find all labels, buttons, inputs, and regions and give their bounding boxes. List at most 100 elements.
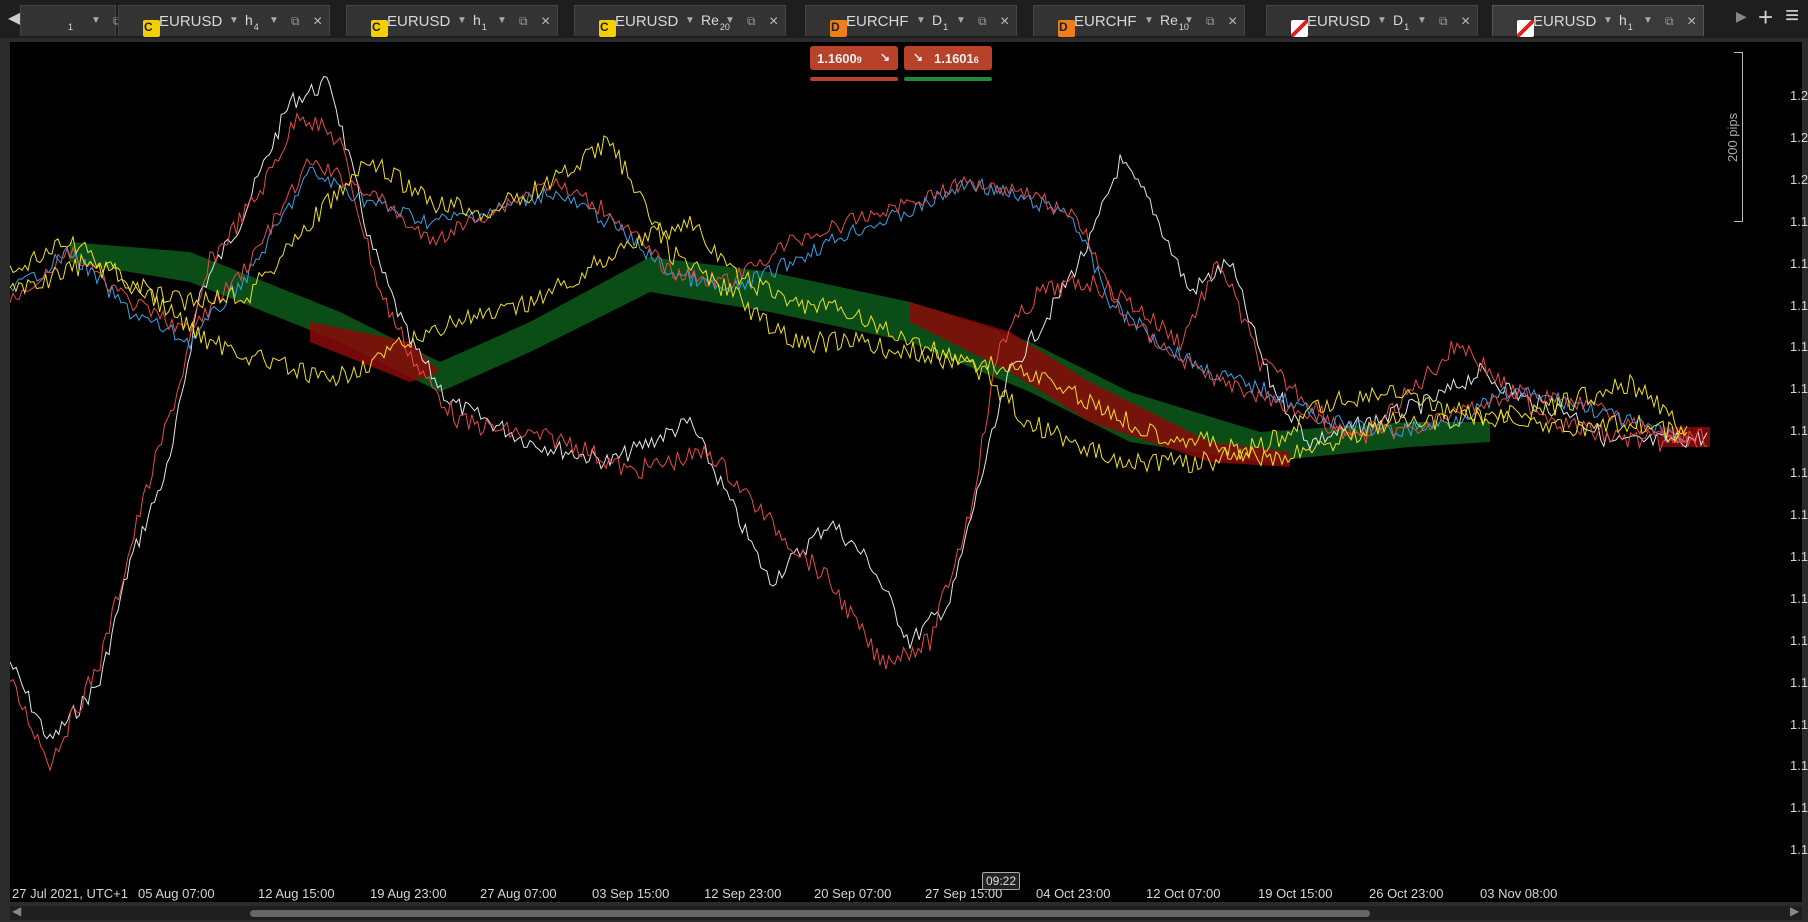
symbol-dropdown-icon[interactable]: ▼ bbox=[229, 15, 239, 26]
detach-icon[interactable]: ⧉ bbox=[1665, 14, 1674, 29]
chart-tab[interactable]: D EURCHF ▼ D1 ▼ ⧉ × bbox=[805, 5, 1017, 37]
chart-area[interactable]: 1.16009 ↘ ↘ 1.16016 200 pips 1.210001.20… bbox=[10, 42, 1808, 902]
chart-tab[interactable]: D EURCHF ▼ Re10 ▼ ⧉ × bbox=[1033, 5, 1245, 37]
cursor-time-badge: 09:22 bbox=[982, 872, 1021, 890]
close-icon[interactable]: × bbox=[1000, 13, 1009, 31]
time-tick-label: 27 Aug 07:00 bbox=[480, 886, 557, 901]
price-tick-value: 1.1350 bbox=[1790, 716, 1808, 732]
scroll-left-icon[interactable]: ◀ bbox=[12, 904, 21, 918]
price-axis[interactable]: 1.21000 1.20500 1.20000 1.19500 1.19000 1.185… bbox=[1754, 42, 1808, 882]
timeframe-dropdown-icon[interactable]: ▼ bbox=[956, 15, 966, 26]
close-icon[interactable]: × bbox=[313, 13, 322, 31]
ichimoku-cloud-bull bbox=[70, 242, 1490, 462]
time-tick-label: 12 Oct 07:00 bbox=[1146, 886, 1221, 901]
time-tick-label: 03 Sep 15:00 bbox=[592, 886, 670, 901]
tab-timeframe-sub: 1 bbox=[481, 22, 487, 32]
price-tick-label: 1.18500 bbox=[1790, 298, 1808, 313]
price-tick-value: 1.1850 bbox=[1790, 297, 1808, 313]
scroll-right-icon[interactable]: ▶ bbox=[1790, 904, 1799, 918]
chart-tab[interactable]: C EURUSD ▼ h4 ▼ ⧉ × bbox=[118, 5, 330, 37]
tab-timeframe-label: Re bbox=[1160, 12, 1178, 28]
timeframe-dropdown-icon[interactable]: ▼ bbox=[1184, 15, 1194, 26]
timeframe-dropdown-icon[interactable]: ▼ bbox=[1417, 15, 1427, 26]
scroll-tabs-right-icon[interactable]: ▶ bbox=[1736, 8, 1747, 25]
symbol-dropdown-icon[interactable]: ▼ bbox=[685, 15, 695, 26]
time-tick-label: 27 Jul 2021, UTC+1 bbox=[12, 886, 128, 901]
detach-icon[interactable]: ⧉ bbox=[1206, 14, 1215, 29]
sell-quote-button[interactable]: 1.16009 ↘ bbox=[810, 46, 898, 70]
tab-timeframe[interactable]: h4 bbox=[245, 12, 259, 32]
tab-timeframe-sub: 4 bbox=[253, 22, 259, 32]
price-tick-label: 1.12000 bbox=[1790, 842, 1808, 857]
timeframe-dropdown-icon[interactable]: ▼ bbox=[91, 15, 101, 26]
detach-icon[interactable]: ⧉ bbox=[291, 14, 300, 29]
symbol-badge-text: C bbox=[600, 20, 609, 34]
scrollbar-thumb[interactable] bbox=[250, 910, 1370, 917]
tab-timeframe[interactable]: 1 bbox=[67, 12, 73, 32]
chart-tab[interactable]: EURUSD ▼ D1 ▼ ⧉ × bbox=[1266, 5, 1478, 37]
sell-price: 1.1600 bbox=[817, 51, 857, 66]
close-icon[interactable]: × bbox=[1461, 13, 1470, 31]
symbol-badge-icon bbox=[1291, 20, 1308, 37]
symbol-dropdown-icon[interactable]: ▼ bbox=[1603, 15, 1613, 26]
chart-tab[interactable]: C EURUSD ▼ Re20 ▼ ⧉ × bbox=[574, 5, 786, 37]
price-tick-label: 1.16500 bbox=[1790, 465, 1808, 480]
symbol-badge-text: C bbox=[372, 20, 381, 34]
buy-quote-button[interactable]: ↘ 1.16016 bbox=[904, 46, 992, 70]
price-tick-value: 1.1550 bbox=[1790, 548, 1808, 564]
price-tick-value: 1.1950 bbox=[1790, 213, 1808, 229]
tab-symbol: EURUSD bbox=[615, 13, 679, 30]
detach-icon[interactable]: ⧉ bbox=[1439, 14, 1448, 29]
close-icon[interactable]: × bbox=[1228, 13, 1237, 31]
close-icon[interactable]: × bbox=[1687, 13, 1696, 31]
sell-pip: 9 bbox=[856, 55, 862, 65]
timeframe-dropdown-icon[interactable]: ▼ bbox=[497, 15, 507, 26]
tab-timeframe[interactable]: D1 bbox=[1393, 12, 1409, 32]
symbol-badge-icon: D bbox=[1058, 20, 1075, 37]
symbol-dropdown-icon[interactable]: ▼ bbox=[1377, 15, 1387, 26]
price-tick-label: 1.19000 bbox=[1790, 256, 1808, 271]
price-tick-label: 1.15500 bbox=[1790, 549, 1808, 564]
chart-tab[interactable]: C EURUSD ▼ h1 ▼ ⧉ × bbox=[346, 5, 558, 37]
buy-arrow-icon: ↘ bbox=[913, 50, 924, 64]
price-tick-value: 1.1200 bbox=[1790, 842, 1808, 858]
timeframe-dropdown-icon[interactable]: ▼ bbox=[1643, 15, 1653, 26]
price-tick-label: 1.19500 bbox=[1790, 214, 1808, 229]
chart-tab[interactable]: EURUSD ▼ h1 ▼ ⧉ × bbox=[1492, 5, 1704, 37]
timeframe-dropdown-icon[interactable]: ▼ bbox=[725, 15, 735, 26]
symbol-badge-icon bbox=[1517, 20, 1534, 37]
chart-tab[interactable]: 1▼⧉× bbox=[20, 5, 144, 36]
timeframe-dropdown-icon[interactable]: ▼ bbox=[269, 15, 279, 26]
time-tick-label: 19 Oct 15:00 bbox=[1258, 886, 1333, 901]
add-chart-icon[interactable]: + bbox=[1758, 2, 1773, 33]
horizontal-scrollbar[interactable]: ◀ ▶ bbox=[10, 904, 1802, 920]
detach-icon[interactable]: ⧉ bbox=[978, 14, 987, 29]
price-tick-value: 1.1250 bbox=[1790, 800, 1808, 816]
tab-symbol: EURUSD bbox=[1533, 13, 1597, 30]
tab-symbol: EURUSD bbox=[387, 13, 451, 30]
symbol-dropdown-icon[interactable]: ▼ bbox=[1144, 15, 1154, 26]
price-tick-value: 1.1400 bbox=[1790, 674, 1808, 690]
detach-icon[interactable]: ⧉ bbox=[747, 14, 756, 29]
close-icon[interactable]: × bbox=[541, 13, 550, 31]
close-icon[interactable]: × bbox=[769, 13, 778, 31]
pips-label: 200 pips bbox=[1725, 112, 1740, 162]
detach-icon[interactable]: ⧉ bbox=[519, 14, 528, 29]
menu-icon[interactable]: ≡ bbox=[1785, 2, 1799, 30]
scroll-tabs-left-icon[interactable]: ◀ bbox=[8, 8, 20, 28]
tab-timeframe-label: h bbox=[1619, 12, 1627, 28]
price-tick-label: 1.14000 bbox=[1790, 675, 1808, 690]
buy-volume-bar bbox=[904, 77, 992, 81]
symbol-dropdown-icon[interactable]: ▼ bbox=[457, 15, 467, 26]
price-tick-label: 1.17000 bbox=[1790, 423, 1808, 438]
symbol-badge-text: C bbox=[144, 20, 153, 34]
price-tick-value: 1.1650 bbox=[1790, 465, 1808, 481]
symbol-badge-text: D bbox=[1059, 20, 1068, 34]
price-tick-value: 1.2050 bbox=[1790, 129, 1808, 145]
tab-timeframe[interactable]: D1 bbox=[932, 12, 948, 32]
tab-timeframe[interactable]: h1 bbox=[473, 12, 487, 32]
tab-timeframe[interactable]: h1 bbox=[1619, 12, 1633, 32]
price-plot[interactable] bbox=[10, 42, 1754, 882]
buy-price: 1.1601 bbox=[934, 51, 974, 66]
symbol-dropdown-icon[interactable]: ▼ bbox=[916, 15, 926, 26]
